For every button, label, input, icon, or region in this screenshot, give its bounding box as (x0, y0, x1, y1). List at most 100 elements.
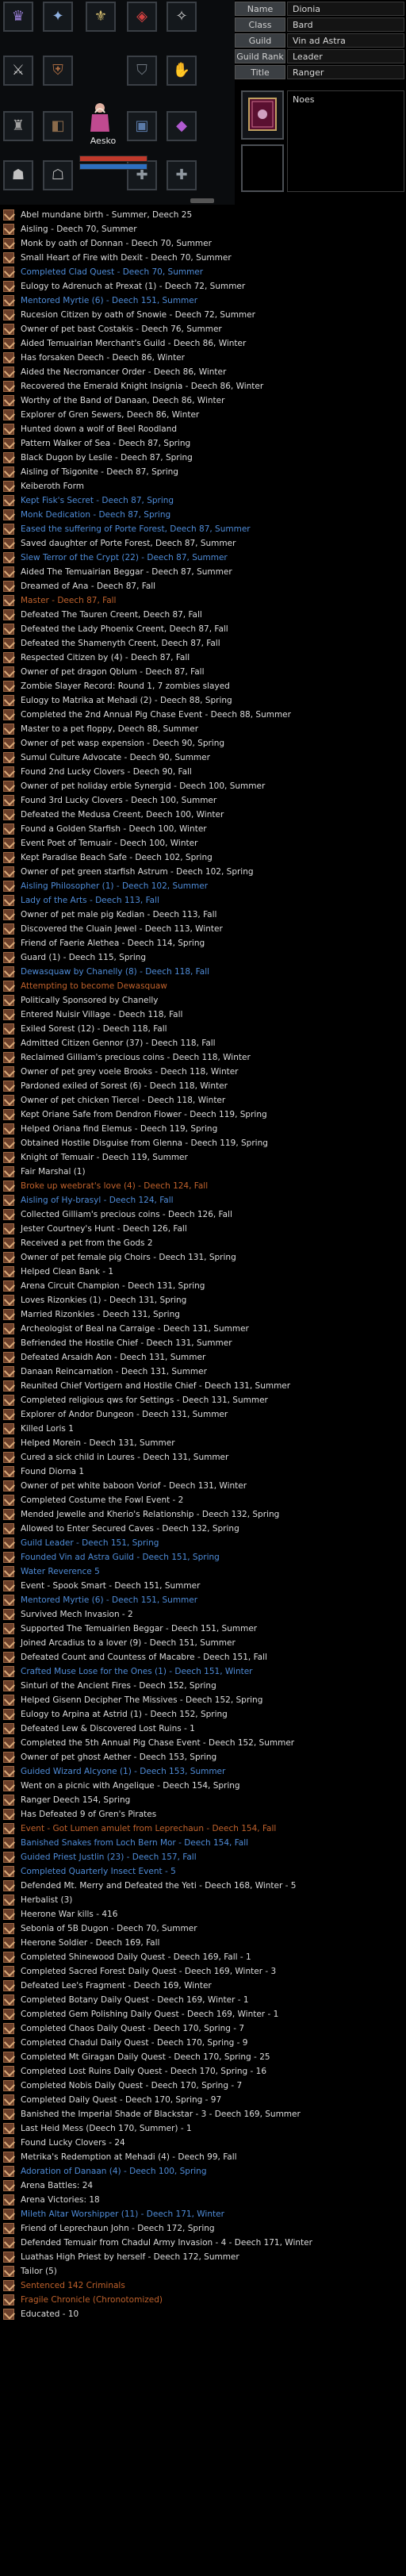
legend-mark-icon (3, 252, 14, 263)
legend-mark-icon (3, 752, 14, 763)
legend-mark-icon (3, 1538, 14, 1549)
legend-entry: Pardoned exiled of Sorest (6) - Deech 11… (0, 1079, 406, 1093)
legend-entry: Reclaimed Gilliam's precious coins - Dee… (0, 1050, 406, 1065)
equip-slot-armor[interactable]: ⛨ (43, 56, 73, 86)
legend-mark-icon (3, 1880, 14, 1891)
legend-entry-text: Helped Gisenn Decipher The Missives - De… (21, 1695, 263, 1705)
legend-entry: Dewasquaw by Chanelly (8) - Deech 118, F… (0, 965, 406, 979)
legend-entry: Owner of pet bast Costakis - Deech 76, S… (0, 322, 406, 336)
legend-entry: Sinturi of the Ancient Fires - Deech 152… (0, 1679, 406, 1693)
legend-entry-text: Zombie Slayer Record: Round 1, 7 zombies… (21, 681, 230, 691)
legend-entry-text: Owner of pet chicken Tiercel - Deech 118… (21, 1096, 226, 1105)
health-bar (79, 155, 147, 162)
legend-entry: Fragile Chronicle (Chronotomized) (0, 2293, 406, 2307)
legend-entry: Sebonia of 5B Dugon - Deech 70, Summer (0, 1921, 406, 1936)
info-value: Ranger (287, 65, 404, 79)
legend-entry: Master to a pet floppy, Deech 88, Summer (0, 722, 406, 736)
legend-entry-text: Banished the Imperial Shade of Blackstar… (21, 2110, 301, 2119)
legend-mark-icon (3, 1052, 14, 1063)
equip-slot-accessory[interactable]: ✧ (167, 2, 197, 32)
legend-mark-icon (3, 1580, 14, 1591)
legend-mark-icon (3, 295, 14, 306)
legend-mark-icon (3, 1994, 14, 2006)
equip-slot-shield[interactable]: ⛉ (127, 56, 157, 86)
legend-entry-text: Event - Got Lumen amulet from Leprechaun… (21, 1824, 277, 1833)
legend-entry: Completed Costume the Fowl Event - 2 (0, 1493, 406, 1507)
legend-entry-text: Guard (1) - Deech 115, Spring (21, 953, 147, 962)
info-row-title: Title Ranger (235, 65, 406, 79)
legend-entry: Defeated the Shamenyth Creent, Deech 87,… (0, 636, 406, 651)
legend-mark-icon (3, 566, 14, 578)
equip-slot-ring[interactable]: ◈ (127, 2, 157, 32)
equip-slot-gauntlet[interactable]: ✋ (167, 56, 197, 86)
legend-entry: Completed the 5th Annual Pig Chase Event… (0, 1736, 406, 1750)
legend-entry: Owner of pet holiday erble Synergid - De… (0, 779, 406, 793)
legend-mark-icon (3, 809, 14, 820)
legend-list: Abel mundane birth - Summer, Deech 25 Ais… (0, 208, 406, 2321)
legend-entry: Admitted Citizen Gennor (37) - Deech 118… (0, 1036, 406, 1050)
legend-entry: Kept Paradise Beach Safe - Deech 102, Sp… (0, 850, 406, 865)
legend-mark-icon (3, 2166, 14, 2177)
legend-entry: Aisling - Deech 70, Summer (0, 222, 406, 236)
legend-mark-icon (3, 1038, 14, 1049)
legend-mark-icon (3, 1081, 14, 1092)
legend-entry: Tailor (5) (0, 2264, 406, 2278)
legend-entry-text: Monk by oath of Donnan - Deech 70, Summe… (21, 239, 212, 248)
legend-mark-icon (3, 367, 14, 378)
legend-mark-icon (3, 1438, 14, 1449)
legend-entry-text: Explorer of Gren Sewers, Deech 86, Winte… (21, 410, 200, 420)
legend-entry-text: Cured a sick child in Loures - Deech 131… (21, 1453, 229, 1462)
legend-mark-icon (3, 966, 14, 977)
legend-entry-text: Event - Spook Smart - Deech 151, Summer (21, 1581, 201, 1591)
equip-slot-left-hand[interactable]: ☗ (3, 160, 33, 190)
legend-mark-icon (3, 1309, 14, 1320)
legend-entry: Event - Spook Smart - Deech 151, Summer (0, 1579, 406, 1593)
legend-entry: Supported The Temuairien Beggar - Deech … (0, 1622, 406, 1636)
equip-slot-gem[interactable]: ◆ (167, 111, 197, 141)
legend-mark-icon (3, 2294, 14, 2305)
left-arm-icon: ✚ (136, 167, 148, 183)
legend-entry: Defended Temuair from Chadul Army Invasi… (0, 2236, 406, 2250)
health-bar-fill (80, 156, 147, 161)
legend-entry: Mentored Myrtie (6) - Deech 151, Summer (0, 294, 406, 308)
legend-entry: Defeated Arsaidh Aon - Deech 131, Summer (0, 1350, 406, 1365)
equip-slot-helm[interactable]: ♛ (3, 2, 33, 32)
equip-slot-belt[interactable]: ◧ (43, 111, 73, 141)
legend-entry-text: Friend of Faerie Alethea - Deech 114, Sp… (21, 939, 205, 948)
legend-entry: Owner of pet ghost Aether - Deech 153, S… (0, 1750, 406, 1764)
equip-slot-weapon[interactable]: ⚔ (3, 56, 33, 86)
legend-entry-text: Fair Marshal (1) (21, 1167, 86, 1177)
notes-box[interactable]: Noes (287, 90, 404, 192)
legend-entry: Helped Morein - Deech 131, Summer (0, 1436, 406, 1450)
equip-slot-overcoat[interactable]: ▣ (127, 111, 157, 141)
legend-entry: Keiberoth Form (0, 479, 406, 493)
legend-mark-icon (3, 724, 14, 735)
info-row-guild: Guild Vin ad Astra (235, 33, 406, 48)
legend-entry: Defeated the Medusa Creent, Deech 100, W… (0, 808, 406, 822)
legend-entry-text: Guided Wizard Alcyone (1) - Deech 153, S… (21, 1767, 226, 1776)
legend-entry: Guard (1) - Deech 115, Spring (0, 950, 406, 965)
equip-slot-right-hand[interactable]: ☖ (43, 160, 73, 190)
equip-slot-necklace[interactable]: ⚜ (86, 2, 116, 32)
legend-mark-icon (3, 1952, 14, 1963)
legend-entry-text: Completed Lost Ruins Daily Quest - Deech… (21, 2067, 267, 2076)
legend-mark-icon (3, 538, 14, 549)
legend-entry-text: Killed Loris 1 (21, 1424, 74, 1434)
legend-entry-text: Attempting to become Dewasquaw (21, 981, 167, 991)
legend-mark-icon (3, 1837, 14, 1849)
legend-entry-text: Eased the suffering of Porte Forest, Dee… (21, 524, 251, 534)
legend-entry-text: Joined Arcadius to a lover (9) - Deech 1… (21, 1638, 236, 1648)
equip-slot-earring[interactable]: ✦ (43, 2, 73, 32)
equip-slot-right-arm[interactable]: ✚ (167, 160, 197, 190)
legend-entry: Helped Oriana find Elemus - Deech 119, S… (0, 1122, 406, 1136)
legend-entry-text: Defended Mt. Merry and Defeated the Yeti… (21, 1881, 297, 1891)
legend-page: ♛ ✦ ⚜ ◈ ✧ ⚔ ⛨ ⛉ ✋ ♜ ◧ ▣ ◆ ☗ ☖ ✚ ✚ Aesko (0, 0, 406, 2576)
legend-entry: Completed Shinewood Daily Quest - Deech … (0, 1950, 406, 1964)
legend-entry: Banished Snakes from Loch Bern Mor - Dee… (0, 1836, 406, 1850)
legend-mark-icon (3, 1980, 14, 1991)
legend-entry: Found Diorna 1 (0, 1465, 406, 1479)
legend-entry-text: Completed Sacred Forest Daily Quest - De… (21, 1967, 277, 1976)
legend-entry-text: Defeated Count and Countess of Macabre -… (21, 1653, 267, 1662)
legend-entry: Politically Sponsored by Chanelly (0, 993, 406, 1008)
equip-slot-boots[interactable]: ♜ (3, 111, 33, 141)
